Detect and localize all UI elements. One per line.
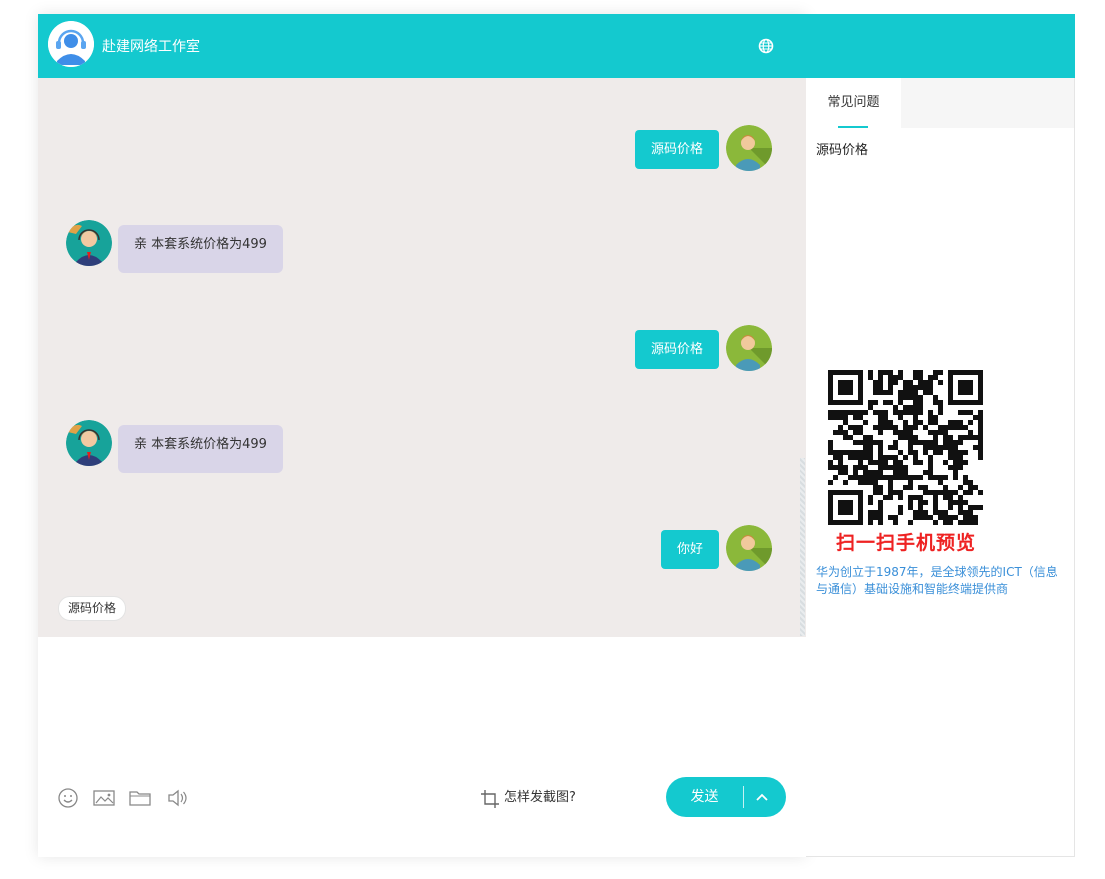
speaker-icon[interactable] [167, 788, 189, 808]
screenshot-help-link[interactable]: 怎样发截图? [480, 787, 576, 809]
quick-reply-chip[interactable]: 源码价格 [58, 596, 127, 621]
agent-avatar [66, 220, 112, 266]
tab-active-indicator [838, 126, 868, 128]
message-list[interactable]: 源码价格 亲 本套系统价格为499 源码价格 亲 本套系统价格为499 你好 源… [38, 78, 806, 637]
side-panel: 常见问题 源码价格 扫一扫手机预览 华为创立于1987年，是全球领先的ICT（信… [806, 78, 1075, 857]
tab-faq[interactable]: 常见问题 [806, 78, 901, 128]
emoji-icon[interactable] [58, 788, 80, 808]
user-avatar [726, 325, 772, 371]
user-message-bubble: 你好 [660, 530, 719, 569]
send-divider [743, 786, 744, 808]
send-label: 发送 [690, 789, 719, 805]
company-intro: 华为创立于1987年，是全球领先的ICT（信息与通信）基础设施和智能终端提供商 [816, 565, 1058, 596]
header-bar: 赴建网络工作室 [38, 14, 1075, 78]
agent-avatar [66, 420, 112, 466]
chevron-up-icon[interactable] [754, 790, 770, 806]
agent-message-bubble: 亲 本套系统价格为499 [118, 225, 283, 273]
side-tab-bar: 常见问题 [806, 78, 1074, 128]
faq-item[interactable]: 源码价格 [816, 139, 868, 158]
user-message-bubble: 源码价格 [634, 330, 719, 369]
send-button[interactable]: 发送 [666, 777, 786, 817]
image-icon[interactable] [93, 788, 115, 808]
scrollbar[interactable] [800, 458, 805, 636]
qr-code-image [826, 370, 986, 526]
user-avatar [726, 125, 772, 171]
user-avatar [726, 525, 772, 571]
qr-caption: 扫一扫手机预览 [836, 532, 977, 554]
folder-icon[interactable] [129, 788, 151, 808]
support-logo-icon [48, 21, 94, 67]
crop-icon [480, 789, 500, 809]
agent-message-bubble: 亲 本套系统价格为499 [118, 425, 283, 473]
chat-window: 赴建网络工作室 源码价格 亲 本套系统价格为499 源码价格 亲 本套系统价格为… [0, 0, 1105, 879]
message-input-area[interactable]: 怎样发截图? 发送 [38, 637, 806, 857]
globe-icon[interactable] [758, 38, 774, 54]
user-message-bubble: 源码价格 [634, 130, 719, 169]
screenshot-help-label: 怎样发截图? [504, 790, 576, 805]
page-title: 赴建网络工作室 [102, 39, 200, 55]
